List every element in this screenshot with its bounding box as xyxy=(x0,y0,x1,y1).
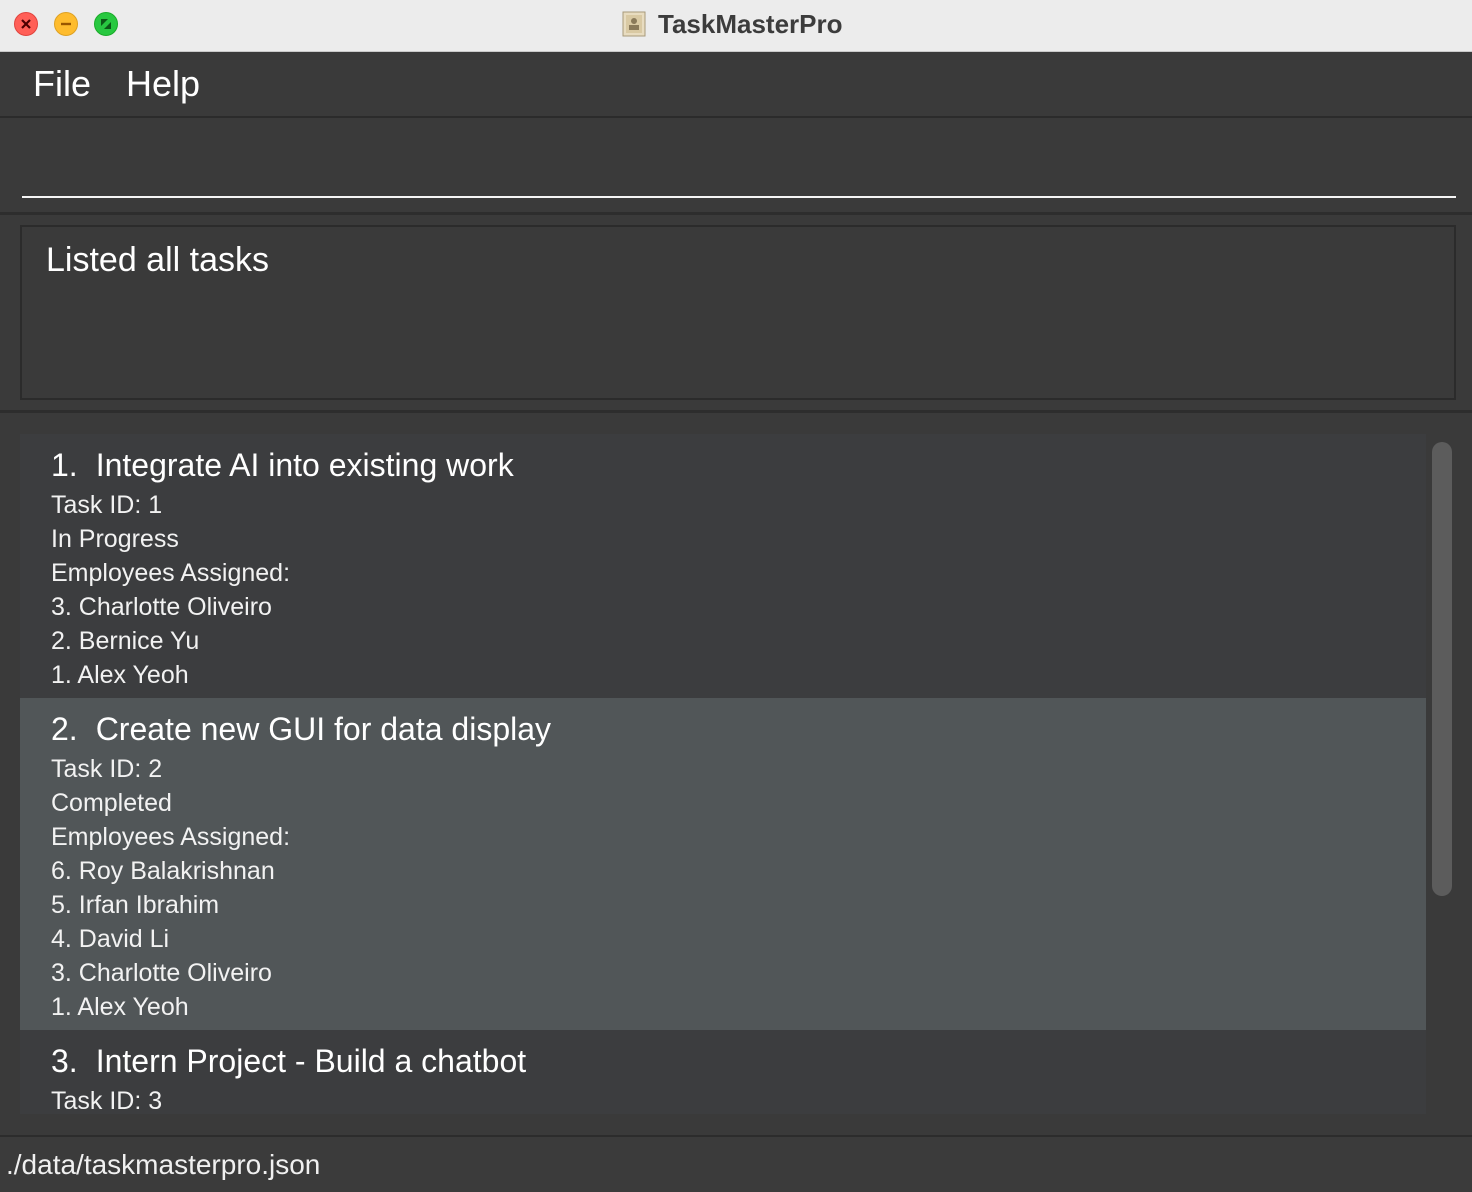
window-title: TaskMasterPro xyxy=(658,9,843,39)
task-index: 2. xyxy=(51,711,78,747)
task-id: Task ID: 3 xyxy=(51,1087,163,1114)
task-card-selected[interactable]: 2. Create new GUI for data display Task I… xyxy=(20,698,1426,1030)
command-input[interactable] xyxy=(22,128,1456,198)
task-header: 1. Integrate AI into existing work xyxy=(51,444,1426,486)
employee-item: 3. Charlotte Oliveiro xyxy=(51,959,272,987)
task-card[interactable]: 1. Integrate AI into existing work Task I… xyxy=(20,434,1426,698)
employee-item: 3. Charlotte Oliveiro xyxy=(51,593,272,621)
app-document-icon xyxy=(622,11,646,37)
menu-bar: File Help xyxy=(0,52,1472,118)
data-file-path: ./data/taskmasterpro.json xyxy=(6,1149,321,1180)
task-title: Integrate AI into existing work xyxy=(95,447,514,483)
task-index: 3. xyxy=(51,1043,78,1079)
task-list[interactable]: 1. Integrate AI into existing work Task I… xyxy=(20,434,1426,1114)
window-title-bar: TaskMasterPro xyxy=(0,0,1472,52)
status-bar: ./data/taskmasterpro.json xyxy=(0,1135,1472,1192)
task-title: Create new GUI for data display xyxy=(95,711,552,747)
fullscreen-icon xyxy=(101,19,111,29)
task-index: 1. xyxy=(51,447,78,483)
task-card[interactable]: 3. Intern Project - Build a chatbot Task … xyxy=(20,1030,1426,1114)
result-display: Listed all tasks xyxy=(20,225,1456,400)
employees-label: Employees Assigned: xyxy=(51,823,291,851)
close-icon xyxy=(21,19,31,29)
window-fullscreen-button[interactable] xyxy=(94,12,118,36)
command-box xyxy=(0,118,1472,215)
employee-item: 1. Alex Yeoh xyxy=(51,993,189,1021)
task-id: Task ID: 2 xyxy=(51,755,163,783)
window-minimize-button[interactable] xyxy=(54,12,78,36)
scrollbar-thumb[interactable] xyxy=(1432,442,1452,896)
minimize-icon xyxy=(61,22,71,26)
window-close-button[interactable] xyxy=(14,12,38,36)
result-message: Listed all tasks xyxy=(46,241,269,279)
employee-item: 5. Irfan Ibrahim xyxy=(51,891,220,919)
task-header: 3. Intern Project - Build a chatbot xyxy=(51,1040,1426,1082)
employee-item: 6. Roy Balakrishnan xyxy=(51,857,275,885)
task-status: In Progress xyxy=(51,525,179,553)
task-title: Intern Project - Build a chatbot xyxy=(95,1043,527,1079)
employees-label: Employees Assigned: xyxy=(51,559,291,587)
menu-help[interactable]: Help xyxy=(118,62,208,106)
employee-item: 2. Bernice Yu xyxy=(51,627,200,655)
divider xyxy=(0,410,1472,413)
task-id: Task ID: 1 xyxy=(51,491,163,519)
task-status: Completed xyxy=(51,789,172,817)
employee-item: 1. Alex Yeoh xyxy=(51,661,189,689)
task-header: 2. Create new GUI for data display xyxy=(51,708,1426,750)
employee-item: 4. David Li xyxy=(51,925,170,953)
menu-file[interactable]: File xyxy=(25,62,99,106)
